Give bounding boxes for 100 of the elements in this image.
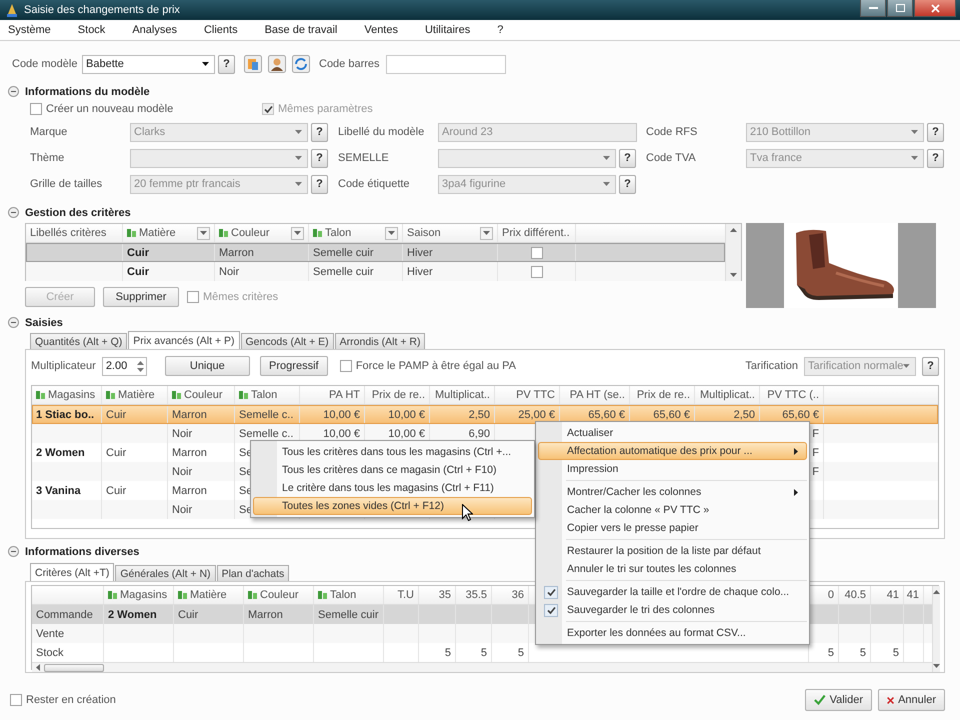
tab[interactable]: Gencods (Alt + E) <box>240 333 334 349</box>
spinner-icon[interactable] <box>136 360 144 372</box>
table-row[interactable]: Cuir Noir Semelle cuir Hiver <box>26 262 725 281</box>
scroll-up-icon[interactable] <box>730 228 737 232</box>
menu-item[interactable]: Annuler le tri sur toutes les colonnes <box>538 560 807 578</box>
tab[interactable]: Quantités (Alt + Q) <box>30 333 128 349</box>
column-header[interactable]: Matière <box>174 586 244 604</box>
scroll-down-icon[interactable] <box>730 273 737 277</box>
column-header[interactable]: Libellés critères <box>26 224 123 242</box>
filter-button[interactable] <box>480 226 493 240</box>
column-header[interactable]: Prix différent.. <box>498 224 576 242</box>
caret-icon <box>294 231 301 235</box>
filter-button[interactable] <box>385 226 398 240</box>
column-header[interactable]: Talon <box>314 586 384 604</box>
column-header[interactable]: 35.5 <box>456 586 492 604</box>
tab[interactable]: Générales (Alt + N) <box>115 565 216 581</box>
field-label: Code étiquette <box>338 178 410 190</box>
menu-item[interactable]: Affectation automatique des prix pour ... <box>538 442 807 460</box>
menu-item[interactable]: Copier vers le presse papier <box>538 519 807 537</box>
column-header[interactable]: 40.5 <box>839 586 871 604</box>
column-header[interactable]: Matière <box>102 386 168 404</box>
menu-item[interactable]: ? <box>495 22 506 36</box>
column-header[interactable]: Magasins <box>104 586 174 604</box>
dropdown-field[interactable]: Babette <box>82 54 215 74</box>
menu-item[interactable]: Cacher la colonne « PV TTC » <box>538 501 807 519</box>
collapse-icon[interactable] <box>8 317 19 328</box>
scroll-down-icon[interactable] <box>933 664 940 668</box>
checkbox[interactable] <box>10 694 22 706</box>
column-header[interactable]: Saison <box>403 224 498 242</box>
scrollbar[interactable] <box>725 224 741 281</box>
column-header[interactable]: Couleur <box>244 586 314 604</box>
menu-item[interactable]: Restaurer la position de la liste par défaut <box>538 542 807 560</box>
input-field[interactable] <box>386 54 506 74</box>
collapse-icon[interactable] <box>8 86 19 97</box>
column-header[interactable]: T.U <box>384 586 419 604</box>
column-header[interactable]: Magasins <box>32 386 102 404</box>
minimize-button[interactable] <box>860 0 886 17</box>
collapse-icon[interactable] <box>8 546 19 557</box>
filter-button[interactable] <box>197 226 210 240</box>
column-header[interactable]: Prix de re.. <box>365 386 430 404</box>
column-header[interactable]: Couleur <box>215 224 309 242</box>
column-header[interactable]: Couleur <box>168 386 235 404</box>
scroll-left-icon[interactable] <box>36 664 40 671</box>
menu-item[interactable]: Stock <box>76 22 108 36</box>
menu-item[interactable]: Base de travail <box>262 22 340 36</box>
help-button[interactable]: ? <box>218 54 235 74</box>
close-button[interactable] <box>914 0 956 17</box>
column-header[interactable]: Talon <box>235 386 300 404</box>
collapse-icon[interactable] <box>8 207 19 218</box>
group-icon <box>127 228 136 238</box>
checkbox[interactable] <box>530 246 542 258</box>
menu-item[interactable]: Ventes <box>362 22 400 36</box>
button[interactable]: Unique <box>164 356 250 376</box>
tab[interactable]: Critères (Alt +T) <box>30 563 114 581</box>
checkbox[interactable] <box>530 266 542 278</box>
validate-button[interactable]: Valider <box>805 689 872 711</box>
scrollbar[interactable] <box>32 662 932 672</box>
refresh-icon[interactable] <box>292 55 310 73</box>
column-header[interactable]: Prix de re.. <box>630 386 695 404</box>
tab[interactable]: Plan d'achats <box>216 565 290 581</box>
maximize-button[interactable] <box>887 0 913 17</box>
button[interactable]: Supprimer <box>103 287 179 307</box>
menu-item[interactable]: Toutes les zones vides (Ctrl + F12) <box>253 497 532 515</box>
field-label: Thème <box>30 152 64 164</box>
tab[interactable]: Arrondis (Alt + R) <box>334 333 426 349</box>
column-header[interactable]: PA HT <box>300 386 365 404</box>
table-row[interactable]: 1 Stiac bo.. Cuir Marron Semelle c.. 10,00 € 10,00 € 2,50 25,00 € 65,60 € 65,60 € 2,50 65,60 € <box>32 405 938 424</box>
menu-item[interactable]: Système <box>6 22 53 36</box>
scroll-up-icon[interactable] <box>933 590 940 594</box>
number-field[interactable]: 2.00 <box>102 356 147 376</box>
column-header[interactable]: Multiplicat.. <box>695 386 760 404</box>
checkbox[interactable] <box>340 360 352 372</box>
checkbox[interactable] <box>30 103 42 115</box>
column-header[interactable]: Talon <box>309 224 403 242</box>
column-header[interactable]: 41 <box>904 586 924 604</box>
menu-item[interactable]: Montrer/Cacher les colonnes <box>538 483 807 501</box>
menu-item[interactable]: Sauvegarder la taille et l'ordre de chaque colo... <box>538 583 807 601</box>
cancel-button[interactable]: Annuler <box>878 689 945 711</box>
button[interactable]: Progressif <box>260 356 328 376</box>
column-header[interactable]: 35 <box>419 586 456 604</box>
filter-button[interactable] <box>291 226 304 240</box>
menu-item[interactable]: Utilitaires <box>422 22 472 36</box>
column-header[interactable]: Multiplicat.. <box>430 386 495 404</box>
image-icon[interactable] <box>244 55 262 73</box>
column-header[interactable]: PV TTC (.. <box>760 386 824 404</box>
scrollbar[interactable] <box>932 586 940 672</box>
column-header[interactable]: Matière <box>123 224 215 242</box>
minimize-icon <box>868 7 878 9</box>
table-row[interactable]: Cuir Marron Semelle cuir Hiver <box>26 243 725 262</box>
column-header[interactable]: PA HT (se.. <box>560 386 630 404</box>
person-icon[interactable] <box>268 55 286 73</box>
group-icon <box>106 390 115 400</box>
menu-item[interactable]: Exporter les données au format CSV... <box>538 624 807 642</box>
column-header[interactable]: 36 <box>492 586 529 604</box>
column-header[interactable]: PV TTC <box>495 386 560 404</box>
checkbox[interactable] <box>187 291 199 303</box>
menu-item[interactable]: Clients <box>202 22 240 36</box>
tab[interactable]: Prix avancés (Alt + P) <box>128 331 240 349</box>
menu-item[interactable]: Analyses <box>130 22 179 36</box>
column-header[interactable]: 41 <box>871 586 904 604</box>
